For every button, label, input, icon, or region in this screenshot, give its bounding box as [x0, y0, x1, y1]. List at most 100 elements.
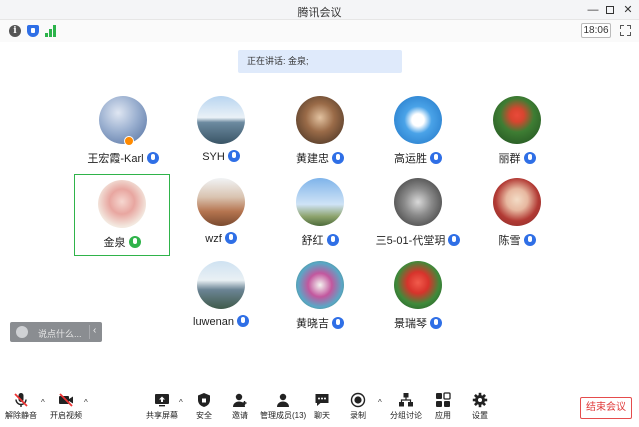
start-video-label: 开启视频 — [50, 411, 82, 420]
fullscreen-icon[interactable] — [620, 25, 631, 36]
apps-grid-icon — [436, 392, 451, 407]
security-label: 安全 — [196, 411, 212, 420]
apps-label: 应用 — [435, 411, 451, 420]
participant-name: 黄晓吉 — [296, 318, 329, 330]
status-bar: i 18:06 — [0, 20, 639, 42]
participant-tile-active-speaker[interactable]: 金泉 — [74, 174, 170, 256]
participant-name: 金泉 — [103, 237, 126, 249]
chat-button[interactable]: 聊天 — [314, 392, 330, 421]
record-button[interactable]: 录制 — [350, 392, 366, 421]
maximize-icon — [606, 6, 614, 15]
host-icon — [124, 136, 134, 146]
minimize-button[interactable]: — — [584, 2, 602, 18]
end-meeting-button[interactable]: 结束会议 — [580, 397, 632, 419]
unmute-button[interactable]: 解除静音 — [5, 392, 37, 421]
title-bar: 腾讯会议 — ✕ — [0, 0, 639, 20]
chat-placeholder: 说点什么... — [38, 329, 82, 339]
meeting-window: 腾讯会议 — ✕ i 18:06 正在讲话: 金泉; 王宏霞-Karl SYH … — [0, 0, 639, 427]
participant-tile[interactable]: 景瑞琴 — [370, 261, 466, 343]
participant-tile[interactable]: 黄建忠 — [272, 96, 368, 178]
participant-tile[interactable]: wzf — [173, 178, 269, 260]
share-caret-icon[interactable]: ^ — [179, 398, 183, 407]
gear-icon — [472, 392, 488, 408]
avatar — [296, 178, 344, 226]
security-shield-icon — [198, 393, 210, 407]
shield-icon[interactable] — [27, 25, 39, 37]
record-icon — [350, 392, 366, 408]
participant-name: 高运胜 — [394, 153, 427, 165]
share-screen-icon — [155, 394, 169, 407]
participant-tile[interactable]: 高运胜 — [370, 96, 466, 178]
share-screen-button[interactable]: 共享屏幕 — [146, 392, 178, 421]
record-label: 录制 — [350, 411, 366, 420]
close-button[interactable]: ✕ — [619, 2, 637, 18]
participant-name: 三5-01-代堂玥 — [375, 235, 446, 247]
participant-tile[interactable]: 舒红 — [272, 178, 368, 260]
info-icon[interactable]: i — [9, 25, 21, 37]
emoji-icon[interactable] — [16, 326, 28, 338]
microphone-icon — [523, 152, 536, 164]
microphone-icon — [430, 317, 442, 329]
microphone-icon — [448, 234, 461, 246]
participant-tile[interactable]: 王宏霞-Karl — [75, 96, 171, 178]
settings-button[interactable]: 设置 — [472, 392, 488, 421]
signal-icon[interactable] — [45, 25, 57, 37]
manage-members-button[interactable]: 管理成员(13) — [260, 392, 306, 421]
meeting-time: 18:06 — [581, 23, 611, 38]
microphone-icon — [224, 232, 237, 244]
manage-members-label: 管理成员(13) — [260, 411, 307, 420]
security-button[interactable]: 安全 — [196, 392, 212, 421]
avatar — [394, 261, 442, 309]
settings-label: 设置 — [472, 411, 488, 420]
avatar — [394, 178, 442, 226]
participant-tile[interactable]: 陈雪 — [469, 178, 565, 260]
avatar — [99, 96, 147, 144]
participant-tile[interactable]: 黄晓吉 — [272, 261, 368, 343]
microphone-icon — [332, 152, 344, 164]
microphone-icon — [146, 152, 159, 164]
start-video-button[interactable]: 开启视频 — [50, 392, 82, 421]
speaking-banner: 正在讲话: 金泉; — [238, 50, 402, 73]
participant-name: 黄建忠 — [296, 153, 329, 165]
microphone-muted-icon — [14, 393, 28, 407]
avatar — [197, 178, 245, 226]
avatar — [197, 261, 245, 309]
microphone-active-icon — [128, 236, 141, 248]
avatar — [197, 96, 245, 144]
record-caret-icon[interactable]: ^ — [378, 398, 382, 407]
participant-tile[interactable]: 丽群 — [469, 96, 565, 178]
unmute-label: 解除静音 — [5, 411, 37, 420]
chat-bubble-icon — [315, 394, 329, 406]
participant-name: luwenan — [193, 316, 234, 328]
participant-name: 舒红 — [301, 235, 324, 247]
microphone-icon — [332, 317, 344, 329]
breakout-rooms-button[interactable]: 分组讨论 — [390, 392, 422, 421]
microphone-icon — [227, 150, 240, 162]
invite-button[interactable]: 邀请 — [232, 392, 248, 421]
avatar — [394, 96, 442, 144]
apps-button[interactable]: 应用 — [435, 392, 451, 421]
participant-tile[interactable]: 三5-01-代堂玥 — [370, 178, 466, 260]
bottom-toolbar: 解除静音 ^ 开启视频 ^ 共享屏幕 ^ 安全 邀请 管理成员(13) 聊天 录… — [0, 388, 639, 427]
video-caret-icon[interactable]: ^ — [84, 398, 88, 407]
chat-label: 聊天 — [314, 411, 330, 420]
share-screen-label: 共享屏幕 — [146, 411, 178, 420]
participant-name: 景瑞琴 — [394, 318, 427, 330]
maximize-button[interactable] — [601, 2, 619, 18]
collapse-chevron-icon[interactable]: ‹ — [93, 325, 96, 336]
avatar — [296, 261, 344, 309]
participant-tile[interactable]: SYH — [173, 96, 269, 178]
participant-name: SYH — [202, 151, 225, 163]
microphone-icon — [236, 315, 249, 327]
divider — [89, 325, 90, 339]
participant-tile[interactable]: luwenan — [173, 261, 269, 343]
unmute-caret-icon[interactable]: ^ — [41, 398, 45, 407]
participant-name: wzf — [205, 233, 222, 245]
invite-user-icon — [233, 393, 247, 407]
participant-name: 丽群 — [498, 153, 521, 165]
microphone-icon — [523, 234, 536, 246]
invite-label: 邀请 — [232, 411, 248, 420]
participant-name: 陈雪 — [498, 235, 521, 247]
breakout-rooms-label: 分组讨论 — [390, 411, 422, 420]
chat-input[interactable]: 说点什么... ‹ — [10, 322, 102, 342]
